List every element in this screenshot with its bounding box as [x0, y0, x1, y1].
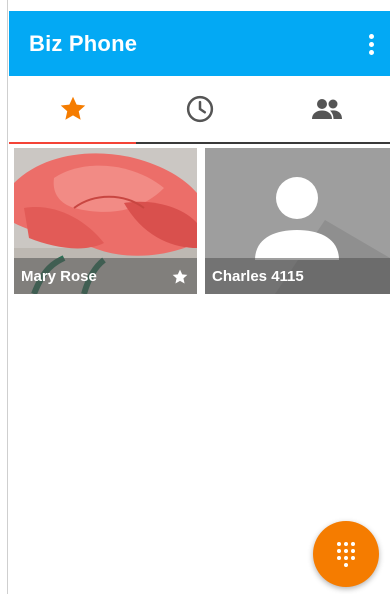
dialpad-icon — [337, 542, 355, 567]
tile-caption: Charles 4115 — [205, 258, 390, 294]
biz-phone-app: Biz Phone Mary Rose Charles 4115 — [9, 0, 390, 594]
contacts-icon — [311, 99, 342, 119]
contact-name: Charles 4115 — [212, 268, 304, 285]
favorite-tile-mary-rose[interactable]: Mary Rose — [14, 148, 197, 294]
app-bar: Biz Phone — [9, 11, 390, 76]
tile-caption: Mary Rose — [14, 258, 197, 294]
dialpad-button[interactable] — [313, 521, 379, 587]
left-edge — [0, 0, 8, 594]
selected-tab-indicator — [9, 142, 136, 144]
tab-contacts[interactable] — [263, 76, 390, 142]
star-icon — [60, 96, 85, 120]
favorite-tile-charles-4115[interactable]: Charles 4115 — [205, 148, 390, 294]
star-icon[interactable] — [171, 268, 189, 286]
clock-icon — [186, 95, 213, 123]
tab-bar — [9, 76, 390, 144]
status-strip — [9, 0, 390, 11]
tab-favorites[interactable] — [9, 76, 136, 142]
tab-recents[interactable] — [136, 76, 263, 142]
app-title: Biz Phone — [29, 31, 138, 56]
overflow-menu-icon[interactable] — [356, 25, 386, 63]
contact-name: Mary Rose — [21, 268, 97, 285]
